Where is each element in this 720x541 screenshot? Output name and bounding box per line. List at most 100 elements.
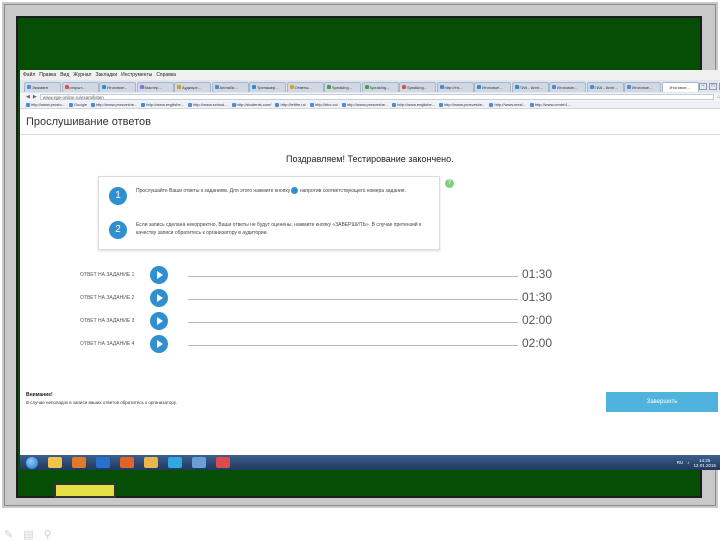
audio-icon[interactable] <box>192 457 206 468</box>
progress-track[interactable] <box>188 322 518 323</box>
bookmark-item[interactable]: http://bbc.co/ <box>310 102 338 107</box>
play-icon <box>157 294 163 302</box>
browser-tab[interactable]: Аудиоре... <box>174 81 211 92</box>
menu-item[interactable]: Справка <box>156 72 176 78</box>
browser-tab[interactable]: Speaking... <box>361 81 399 92</box>
volume-icon[interactable]: ♪ <box>687 460 689 465</box>
browser-tab[interactable]: ГИА - Англ... <box>511 81 549 92</box>
paint-icon[interactable] <box>216 457 230 468</box>
slide-toolbar: ✎ ▤ ⚲ <box>4 528 52 541</box>
tab-label: Итоговое... <box>557 84 578 90</box>
menu-item[interactable]: Журнал <box>73 72 91 78</box>
menu-item[interactable]: Файл <box>23 72 35 78</box>
browser-tab[interactable]: Мастер... <box>136 81 174 92</box>
tab-label: http://en... <box>444 84 463 90</box>
bookmark-item[interactable]: http://www.prosveshe... <box>439 102 485 107</box>
favicon-icon <box>289 85 294 89</box>
tab-label: ГИА - Англ... <box>519 84 543 90</box>
bookmark-icon <box>275 102 280 107</box>
menu-icon[interactable]: ▤ <box>23 528 33 541</box>
title-divider <box>20 134 720 135</box>
taskbar-icons <box>48 457 230 468</box>
browser-tab[interactable]: Итоговое... <box>549 81 586 92</box>
browser-tab[interactable]: ГИА - Англ... <box>586 81 624 92</box>
browser-tab[interactable]: Итоговое... <box>661 81 699 92</box>
bookmark-item[interactable]: Google <box>69 102 87 107</box>
pen-icon[interactable]: ✎ <box>4 528 13 541</box>
favicon-icon <box>627 85 631 89</box>
bookmark-label: http://www.mesl... <box>494 102 526 107</box>
answer-label: ОТВЕТ НА ЗАДАНИЕ 3 <box>80 318 135 324</box>
firefox-icon[interactable] <box>120 457 134 468</box>
clock[interactable]: 14:25 12.01.2015 <box>693 458 716 468</box>
maximize-button[interactable]: □ <box>709 83 717 90</box>
forward-icon[interactable]: ▶ <box>33 94 37 100</box>
tab-label: Ответы... <box>294 84 312 90</box>
menu-item[interactable]: Вид <box>60 72 69 78</box>
tab-label: Итоговое... <box>632 84 653 90</box>
bookmark-item[interactable]: http://students.com/ <box>231 102 272 107</box>
bookmark-item[interactable]: http://www.mesl... <box>489 102 526 107</box>
play-button[interactable] <box>150 266 168 284</box>
folder-icon[interactable] <box>144 457 158 468</box>
browser-tab[interactable]: Итоговое... <box>624 81 661 92</box>
play-button[interactable] <box>150 289 168 307</box>
answer-duration: 01:30 <box>522 267 553 281</box>
bookmark-item[interactable]: http://www.school... <box>188 102 228 107</box>
zoom-icon[interactable]: ⚲ <box>44 528 52 541</box>
skype-icon[interactable] <box>168 457 182 468</box>
browser-tab[interactable]: Ответы... <box>286 81 324 92</box>
tab-label: Мастер... <box>144 84 162 90</box>
play-button[interactable] <box>150 312 168 330</box>
window-controls: – □ × <box>699 83 720 90</box>
progress-track[interactable] <box>188 345 518 346</box>
play-button[interactable] <box>150 335 168 353</box>
bookmark-icon <box>310 102 315 107</box>
bookmark-item[interactable]: http://www.prosveshe... <box>341 102 388 107</box>
explorer-icon[interactable] <box>48 457 62 468</box>
menu-item[interactable]: Инструменты <box>121 72 152 78</box>
start-button[interactable] <box>26 456 38 469</box>
favicon-icon <box>327 85 331 89</box>
progress-track[interactable] <box>188 299 518 300</box>
tabs: Экзамен открыт... Итоговое... Мастер... Ауди… <box>24 81 699 92</box>
browser-tab[interactable]: Экзамен <box>24 81 61 92</box>
bookmark-icon <box>439 102 444 107</box>
bookmark-label: http://bbc.co/ <box>315 102 338 107</box>
media-icon[interactable] <box>72 457 86 468</box>
answer-label: ОТВЕТ НА ЗАДАНИЕ 1 <box>80 272 135 278</box>
bookmark-item[interactable]: http://lefthe.ru/ <box>275 102 306 107</box>
bookmark-item[interactable]: http://www.englishe... <box>392 102 435 107</box>
winword-icon[interactable] <box>96 457 110 468</box>
answer-row: ОТВЕТ НА ЗАДАНИЕ 1 01:30 <box>80 266 560 284</box>
url-input[interactable]: www.ege-online.ru/exam/listen <box>39 94 714 100</box>
minimize-button[interactable]: – <box>699 83 707 90</box>
language-indicator[interactable]: RU <box>677 460 684 465</box>
bookmark-icon <box>489 102 494 107</box>
bookmark-label: http://students.com/ <box>236 102 272 107</box>
browser-tab[interactable]: Итоговое... <box>474 81 511 92</box>
bookmark-item[interactable]: http://www.centrh1... <box>529 102 571 107</box>
bookmark-label: http://www.englishe... <box>146 102 185 107</box>
browser-tab[interactable]: Английс... <box>211 81 249 92</box>
clock-date: 12.01.2015 <box>693 462 716 468</box>
step-text-2: Если запись сделана некорректно, Ваши от… <box>136 222 422 236</box>
browser-tab[interactable]: Итоговое... <box>99 81 136 92</box>
menu-item[interactable]: Правка <box>39 72 56 78</box>
bookmark-item[interactable]: http://www.englishe... <box>141 102 184 107</box>
chalk-eraser <box>54 483 116 498</box>
browser-tab[interactable]: Speaking... <box>399 81 436 92</box>
back-icon[interactable]: ◀ <box>26 94 30 100</box>
browser-tab[interactable]: http://en... <box>436 81 474 92</box>
bookmark-item[interactable]: http://www.prosto... <box>26 102 65 107</box>
address-bar: ◀ ▶ www.ege-online.ru/exam/listen ⌂ <box>20 93 720 101</box>
browser-tab[interactable]: Тренажер... <box>249 81 286 92</box>
help-icon[interactable]: ? <box>445 179 454 188</box>
bookmark-item[interactable]: http://www.prosveshe... <box>90 102 137 107</box>
tab-label: Английс... <box>219 84 238 90</box>
menu-item[interactable]: Закладки <box>95 72 117 78</box>
finish-button[interactable]: Завершить <box>606 392 718 412</box>
browser-tab[interactable]: Speaking... <box>324 81 361 92</box>
browser-tab[interactable]: открыт... <box>61 81 99 92</box>
progress-track[interactable] <box>188 276 518 277</box>
